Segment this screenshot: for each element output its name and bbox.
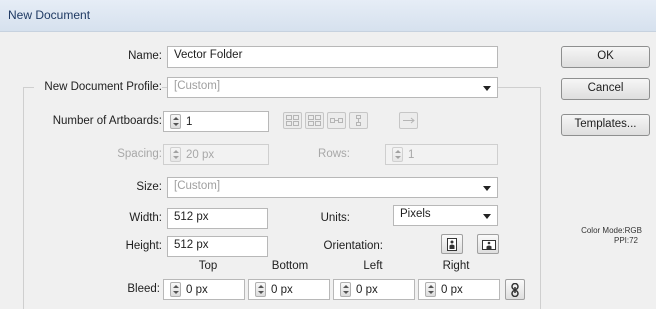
size-dropdown[interactable]: [Custom] (167, 177, 498, 198)
width-label: Width: (129, 212, 162, 224)
bleed-right-header: Right (442, 260, 470, 272)
name-label: Name: (128, 50, 162, 62)
cancel-button[interactable]: Cancel (561, 78, 650, 100)
bleed-left-header: Left (363, 260, 383, 272)
rows-input[interactable]: 1 (385, 144, 498, 165)
height-input[interactable]: 512 px (167, 236, 268, 257)
spinner-icon[interactable] (340, 282, 351, 297)
arrange-by-column-icon[interactable] (349, 112, 368, 129)
landscape-icon[interactable] (477, 234, 499, 254)
profile-label: New Document Profile: (34, 81, 162, 93)
title-bar: New Document (0, 0, 656, 32)
bleed-left-input[interactable]: 0 px (333, 279, 415, 300)
name-value: Vector Folder (174, 49, 243, 61)
width-value: 512 px (174, 211, 209, 223)
units-value: Pixels (400, 208, 431, 220)
rows-value: 1 (408, 148, 415, 161)
ok-button[interactable]: OK (561, 46, 650, 68)
chevron-down-icon (483, 186, 491, 191)
spinner-icon[interactable] (392, 147, 403, 162)
right-to-left-icon[interactable] (399, 112, 418, 129)
ppi-text: PPI:72 (613, 236, 638, 245)
artboards-value: 1 (186, 115, 193, 128)
spinner-icon[interactable] (170, 114, 181, 129)
chevron-down-icon (483, 86, 491, 91)
spinner-icon[interactable] (170, 147, 181, 162)
spacing-label: Spacing: (117, 148, 162, 160)
name-input[interactable]: Vector Folder (167, 46, 498, 68)
width-input[interactable]: 512 px (167, 208, 268, 229)
bleed-bottom-value: 0 px (271, 283, 293, 296)
bleed-left-value: 0 px (356, 283, 378, 296)
window-title: New Document (8, 8, 91, 22)
height-label: Height: (125, 240, 162, 252)
bleed-top-header: Top (198, 260, 218, 272)
artboards-label: Number of Artboards: (52, 115, 162, 127)
grid-by-row-icon[interactable] (283, 112, 302, 129)
rows-label: Rows: (318, 148, 350, 160)
spinner-icon[interactable] (170, 282, 181, 297)
bleed-top-input[interactable]: 0 px (163, 279, 245, 300)
bleed-bottom-input[interactable]: 0 px (248, 279, 330, 300)
bleed-label: Bleed: (127, 283, 160, 295)
units-dropdown[interactable]: Pixels (393, 205, 498, 226)
link-bleed-icon[interactable] (505, 279, 525, 300)
color-mode-text: Color Mode:RGB (581, 226, 642, 235)
spinner-icon[interactable] (425, 282, 436, 297)
bleed-right-value: 0 px (441, 283, 463, 296)
size-label: Size: (136, 181, 162, 193)
size-value: [Custom] (174, 180, 221, 192)
bleed-right-input[interactable]: 0 px (418, 279, 500, 300)
orientation-label: Orientation: (323, 240, 383, 252)
height-value: 512 px (174, 239, 209, 251)
units-label: Units: (320, 212, 350, 224)
spinner-icon[interactable] (255, 282, 266, 297)
chevron-down-icon (483, 214, 491, 219)
spacing-value: 20 px (186, 148, 215, 161)
portrait-icon[interactable] (441, 234, 463, 254)
arrange-by-row-icon[interactable] (327, 112, 346, 129)
artboards-input[interactable]: 1 (163, 111, 269, 132)
bleed-top-value: 0 px (186, 283, 208, 296)
grid-by-column-icon[interactable] (305, 112, 324, 129)
profile-dropdown[interactable]: [Custom] (167, 77, 498, 98)
templates-button[interactable]: Templates... (561, 114, 650, 136)
bleed-bottom-header: Bottom (271, 260, 309, 272)
profile-value: [Custom] (174, 80, 221, 92)
spacing-input[interactable]: 20 px (163, 144, 269, 165)
